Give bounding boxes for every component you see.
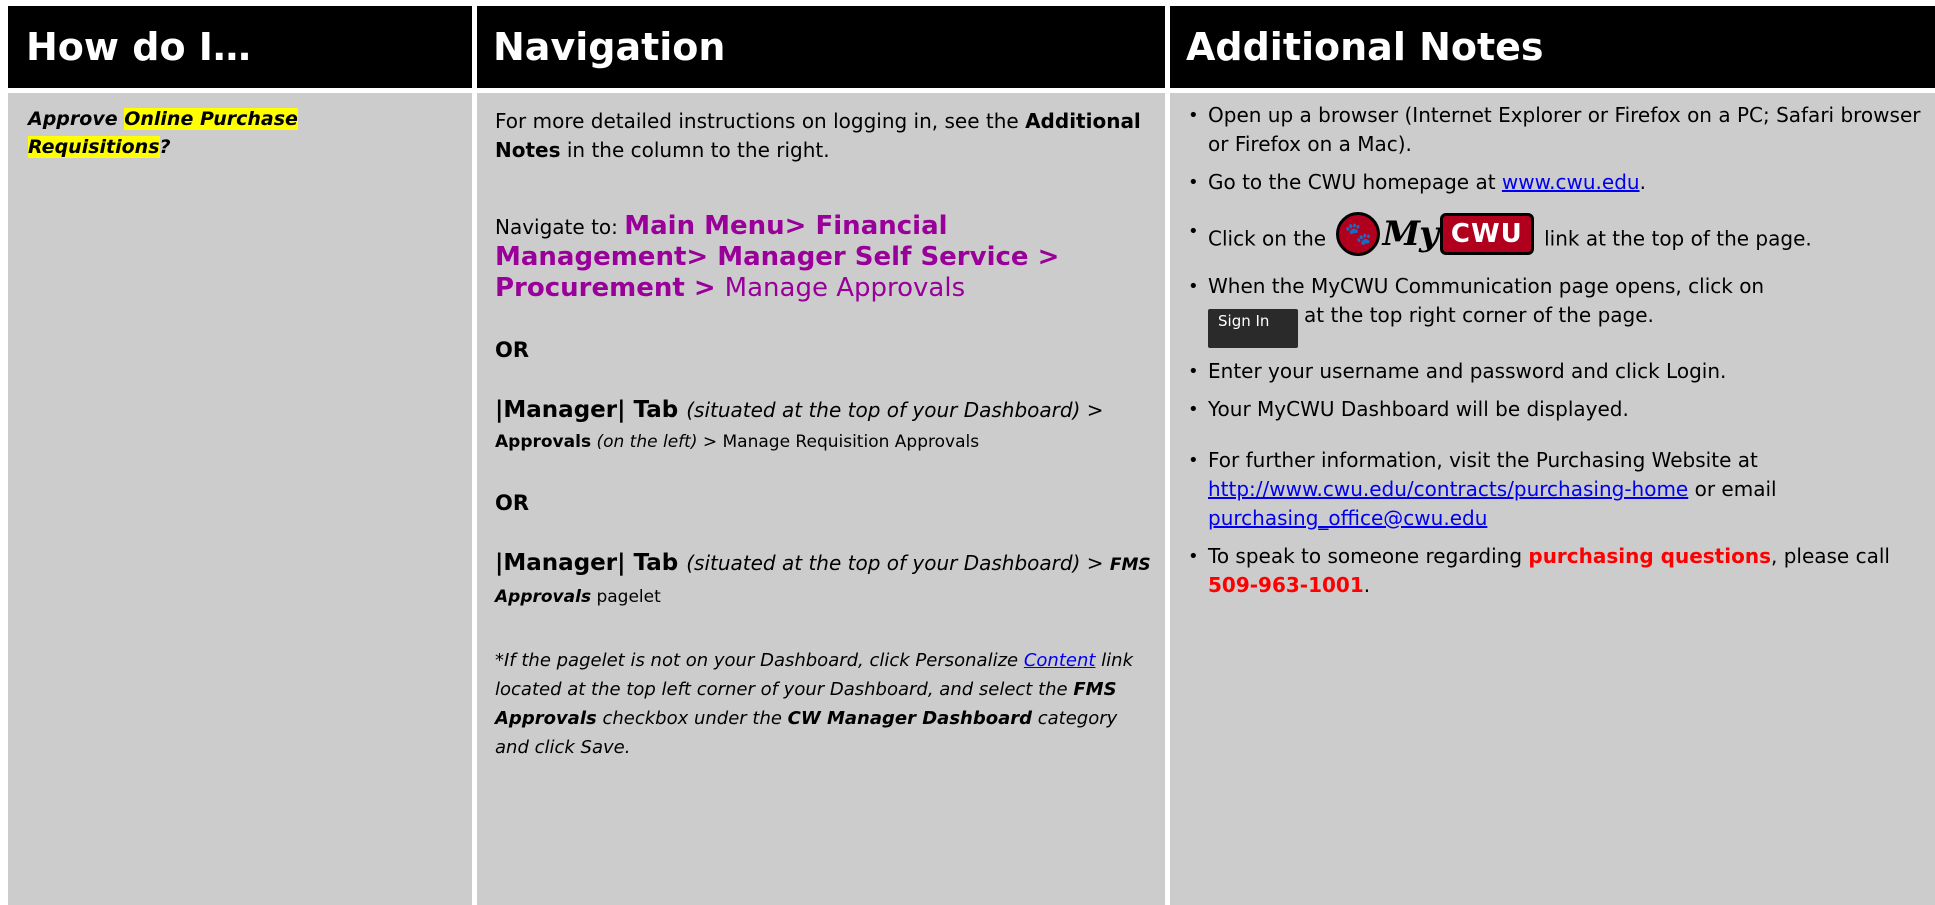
- task-requisitions: Requisitions: [28, 136, 160, 158]
- navigation-intro: For more detailed instructions on loggin…: [495, 109, 1141, 162]
- mycwu-logo: 🐾 My CWU: [1336, 211, 1534, 257]
- navigation-cell: For more detailed instructions on loggin…: [477, 93, 1165, 905]
- menu-path-end: Manage Approvals: [724, 273, 966, 303]
- or-separator-1: OR: [495, 338, 530, 362]
- cwu-homepage-link[interactable]: www.cwu.edu: [1502, 170, 1640, 194]
- note-further-info: For further information, visit the Purch…: [1186, 446, 1926, 533]
- navigation-path: Navigate to: Main Menu> Financial Manage…: [495, 211, 1151, 304]
- navigate-to-label: Navigate to:: [495, 215, 625, 239]
- purchasing-email-link[interactable]: purchasing_office@cwu.edu: [1208, 506, 1487, 530]
- note-speak-to-someone: To speak to someone regarding purchasing…: [1186, 542, 1926, 600]
- manager-tab-option-1: |Manager| Tab (situated at the top of yo…: [495, 397, 1104, 452]
- pagelet-note: *If the pagelet is not on your Dashboard…: [495, 650, 1133, 758]
- note-open-browser: Open up a browser (Internet Explorer or …: [1186, 101, 1926, 159]
- sign-in-button-image: Sign In: [1208, 309, 1298, 348]
- note-go-homepage: Go to the CWU homepage at www.cwu.edu.: [1186, 168, 1926, 197]
- header-additional-notes: Additional Notes: [1170, 6, 1935, 88]
- how-do-i-cell: Approve Online Purchase Requisitions?: [8, 93, 472, 905]
- header-navigation: Navigation: [477, 6, 1165, 88]
- header-how-do-i: How do I…: [8, 6, 472, 88]
- task-online-purchase: Online Purchase: [124, 108, 298, 130]
- or-separator-2: OR: [495, 491, 530, 515]
- notes-list: Open up a browser (Internet Explorer or …: [1186, 101, 1926, 600]
- purchasing-website-link[interactable]: http://www.cwu.edu/contracts/purchasing-…: [1208, 477, 1688, 501]
- task-question-mark: ?: [159, 136, 171, 158]
- phone-number: 509-963-1001: [1208, 573, 1364, 597]
- content-link[interactable]: Content: [1024, 650, 1096, 671]
- note-enter-credentials: Enter your username and password and cli…: [1186, 357, 1926, 386]
- instruction-table: How do I… Navigation Additional Notes Ap…: [8, 6, 1935, 905]
- paw-icon: 🐾: [1336, 212, 1381, 256]
- note-dashboard-displayed: Your MyCWU Dashboard will be displayed.: [1186, 395, 1926, 424]
- note-sign-in: When the MyCWU Communication page opens,…: [1186, 272, 1926, 348]
- additional-notes-cell: Open up a browser (Internet Explorer or …: [1170, 93, 1935, 905]
- manager-tab-option-2: |Manager| Tab (situated at the top of yo…: [495, 550, 1151, 607]
- task-approve: Approve: [28, 108, 125, 130]
- note-click-mycwu: Click on the 🐾MyCWU link at the top of t…: [1186, 212, 1926, 263]
